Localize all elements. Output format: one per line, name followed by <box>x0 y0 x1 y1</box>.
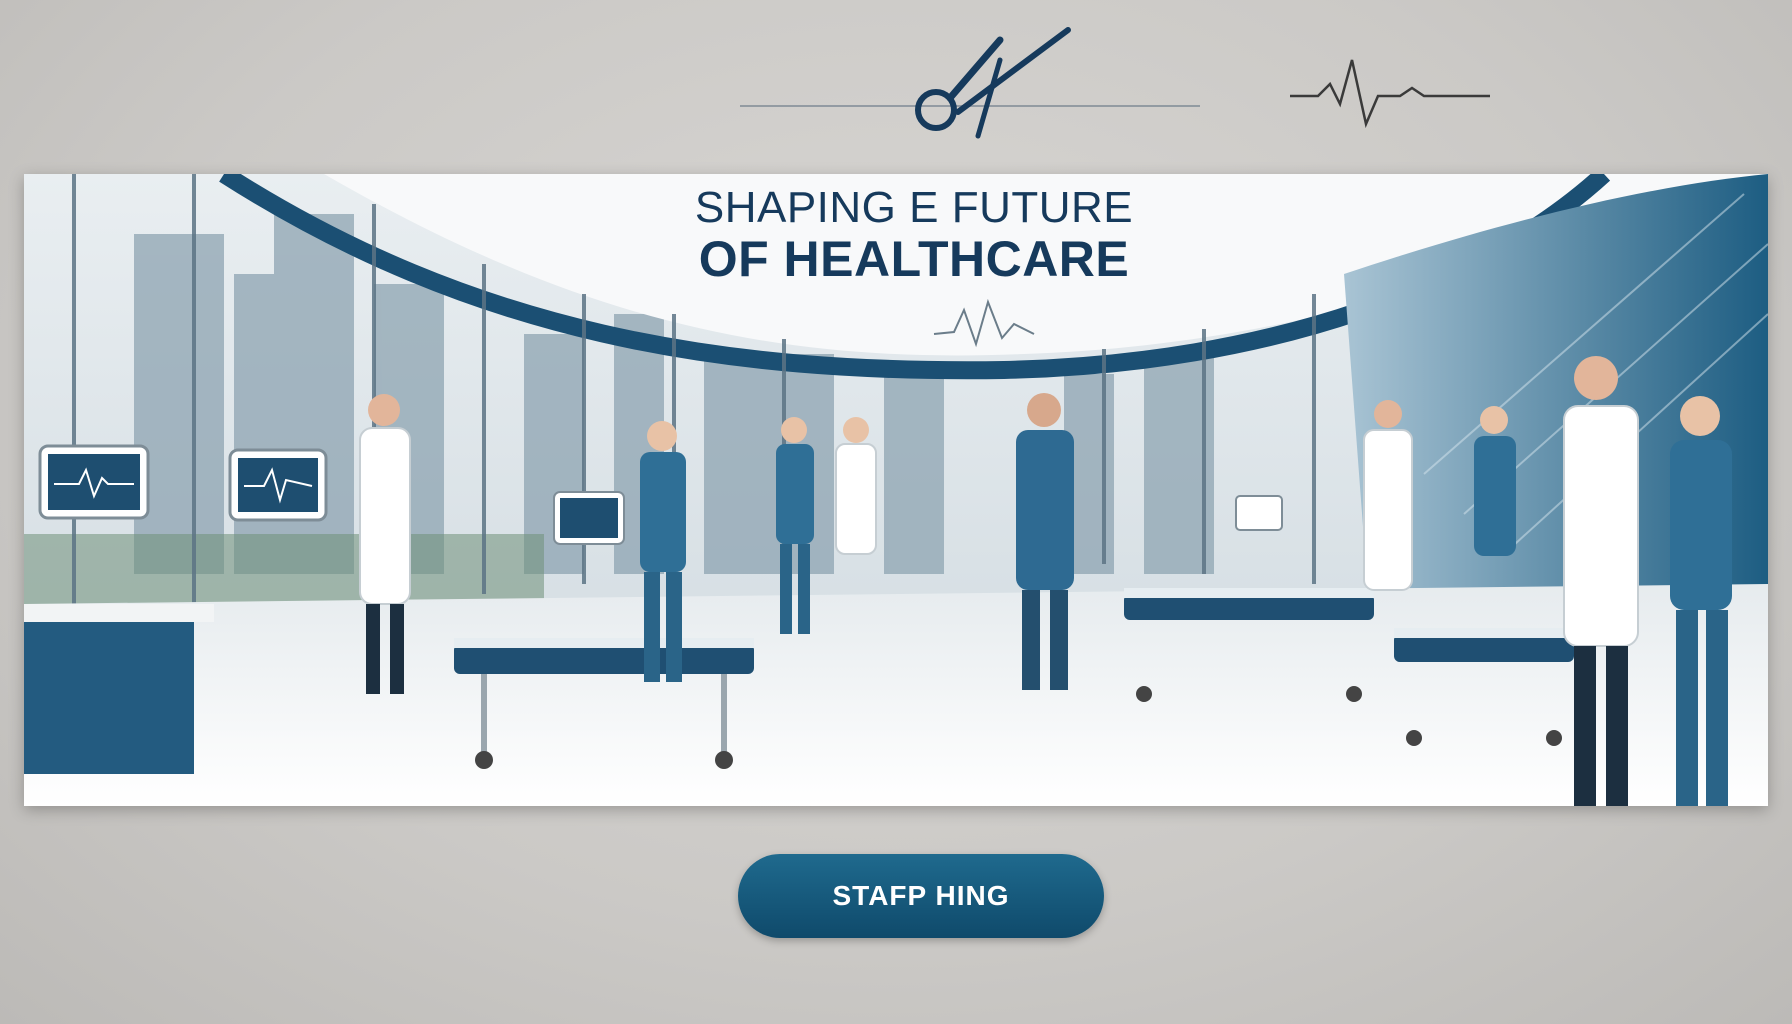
headline-line-2: OF HEALTHCARE <box>698 230 1130 287</box>
surgical-clamp-icon <box>915 27 1071 139</box>
page: SHAPING E FUTURE OF HEALTHCARE STAFP HIN… <box>0 0 1792 1024</box>
cta-button[interactable]: STAFP HING <box>738 854 1104 938</box>
heartbeat-line-icon <box>1290 59 1490 129</box>
hero-banner: SHAPING E FUTURE OF HEALTHCARE <box>24 174 1768 806</box>
headline-line-1: SHAPING E FUTURE <box>694 183 1134 232</box>
top-decoration <box>740 27 1490 139</box>
banner-headline: SHAPING E FUTURE OF HEALTHCARE <box>584 184 1244 286</box>
